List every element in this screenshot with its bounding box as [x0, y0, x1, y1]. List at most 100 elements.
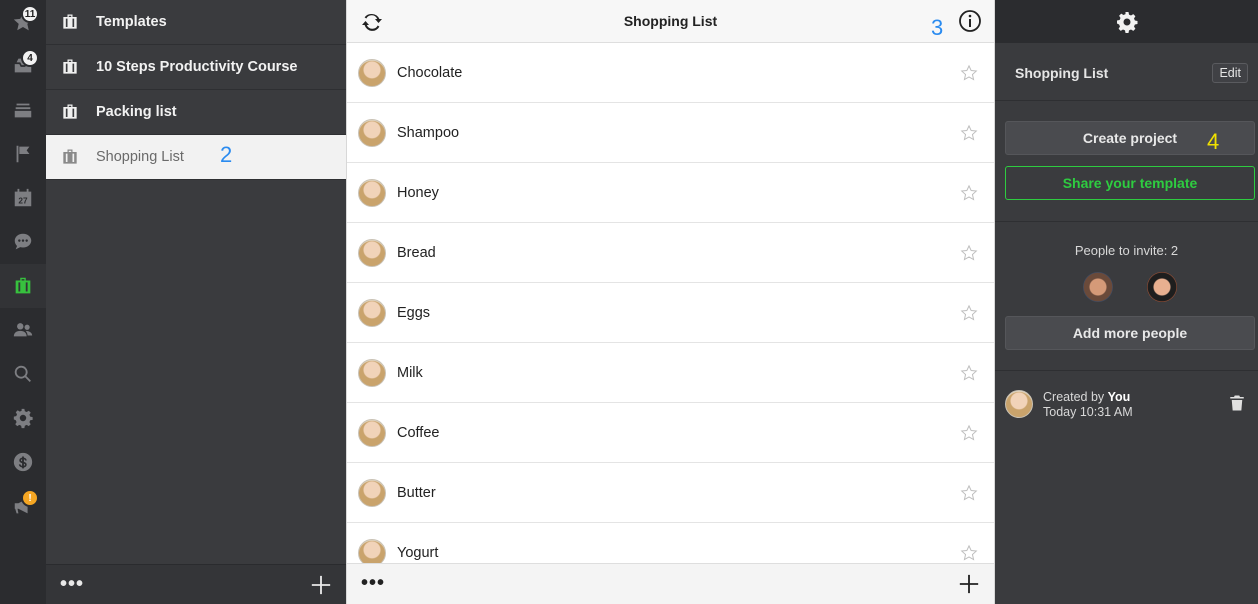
favorites-button[interactable]: 11: [0, 0, 46, 44]
task-list-panel: Shopping List Chocolate Shampoo Honey Br…: [346, 0, 995, 604]
task-list: Chocolate Shampoo Honey Bread Eggs Milk: [347, 43, 994, 563]
billing-button[interactable]: [0, 440, 46, 484]
task-row[interactable]: Coffee: [347, 403, 994, 463]
gear-icon[interactable]: [1115, 10, 1139, 34]
inbox-badge: 4: [21, 49, 39, 67]
task-row[interactable]: Shampoo: [347, 103, 994, 163]
template-list-footer: •••: [46, 564, 346, 604]
calendar-day: 27: [18, 197, 28, 206]
created-by-name: You: [1107, 390, 1131, 404]
avatar: [1005, 390, 1033, 418]
template-list-panel: Templates 10 Steps Productivity Course P…: [46, 0, 346, 604]
task-row[interactable]: Eggs: [347, 283, 994, 343]
avatar: [358, 238, 386, 267]
task-label: Coffee: [397, 424, 440, 441]
annotation-4: 4: [1207, 129, 1220, 154]
divider: [995, 370, 1258, 371]
project-item-shopping-list[interactable]: Shopping List: [46, 135, 346, 180]
flag-icon: [16, 145, 30, 163]
avatar: [358, 478, 386, 507]
templates-button[interactable]: [0, 264, 46, 308]
creator-info: Created by You Today 10:31 AM: [1005, 390, 1248, 430]
task-row[interactable]: Milk: [347, 343, 994, 403]
task-label: Yogurt: [397, 544, 439, 561]
share-template-button[interactable]: Share your template: [1005, 166, 1255, 200]
calendar-button[interactable]: 27: [0, 176, 46, 220]
add-task-icon[interactable]: [958, 573, 980, 595]
star-icon[interactable]: [960, 544, 978, 562]
task-row[interactable]: Chocolate: [347, 43, 994, 103]
task-label: Bread: [397, 244, 436, 261]
calendar-icon: 27: [14, 188, 32, 207]
task-label: Eggs: [397, 304, 431, 321]
avatar: [358, 358, 386, 387]
dollar-circle-icon: [13, 452, 33, 472]
more-options-button[interactable]: •••: [361, 573, 385, 593]
task-label: Milk: [397, 364, 423, 381]
task-row[interactable]: Bread: [347, 223, 994, 283]
inbox-button[interactable]: 4: [0, 44, 46, 88]
gear-icon: [13, 408, 33, 429]
info-icon[interactable]: [958, 9, 982, 33]
settings-button[interactable]: [0, 396, 46, 440]
task-label: Butter: [397, 484, 436, 501]
task-row[interactable]: Honey: [347, 163, 994, 223]
created-by-line: Created by You: [1043, 390, 1130, 404]
page-title: Shopping List: [623, 13, 718, 29]
project-label: 10 Steps Productivity Course: [96, 59, 298, 75]
annotation-2: 2: [220, 142, 233, 167]
chat-bubble-icon: [14, 233, 32, 250]
tray-icon: [14, 103, 32, 118]
task-row[interactable]: Yogurt: [347, 523, 994, 563]
icon-rail: 11 4 27 !: [0, 0, 46, 604]
chat-button[interactable]: [0, 220, 46, 264]
template-name: Shopping List: [1015, 65, 1109, 81]
detail-title-row: Shopping List Edit: [995, 43, 1258, 101]
avatar: [358, 178, 386, 207]
avatar[interactable]: [1083, 272, 1113, 302]
star-icon[interactable]: [960, 244, 978, 262]
task-list-header: Shopping List: [347, 0, 994, 43]
project-item-templates[interactable]: Templates: [46, 0, 346, 45]
task-label: Honey: [397, 184, 439, 201]
task-list-footer: •••: [347, 563, 994, 604]
star-icon[interactable]: [960, 184, 978, 202]
avatar[interactable]: [1147, 272, 1177, 302]
star-icon[interactable]: [960, 364, 978, 382]
more-options-button[interactable]: •••: [60, 574, 84, 594]
search-button[interactable]: [0, 352, 46, 396]
edit-button[interactable]: Edit: [1212, 63, 1248, 83]
search-icon: [14, 365, 31, 382]
people-icon: [13, 323, 33, 337]
avatar: [358, 298, 386, 327]
avatar: [358, 58, 386, 87]
people-button[interactable]: [0, 308, 46, 352]
add-more-people-button[interactable]: Add more people: [1005, 316, 1255, 350]
task-row[interactable]: Butter: [347, 463, 994, 523]
avatar: [358, 418, 386, 447]
favorites-badge: 11: [21, 5, 39, 23]
add-template-icon[interactable]: [310, 574, 332, 596]
briefcase-icon: [60, 57, 80, 77]
today-button[interactable]: [0, 88, 46, 132]
project-item-productivity-course[interactable]: 10 Steps Productivity Course: [46, 45, 346, 90]
star-icon[interactable]: [960, 124, 978, 142]
briefcase-icon: [60, 102, 80, 122]
annotation-3: 3: [931, 15, 944, 40]
task-label: Chocolate: [397, 64, 463, 81]
star-icon[interactable]: [960, 424, 978, 442]
support-button[interactable]: !: [0, 484, 46, 528]
task-label: Shampoo: [397, 124, 460, 141]
project-label: Templates: [96, 14, 167, 30]
briefcase-icon: [60, 147, 80, 167]
trash-icon[interactable]: [1228, 394, 1246, 412]
people-to-invite-label: People to invite: 2: [1074, 243, 1179, 258]
project-label: Packing list: [96, 104, 177, 120]
star-icon[interactable]: [960, 64, 978, 82]
project-label: Shopping List: [96, 149, 184, 165]
flag-button[interactable]: [0, 132, 46, 176]
support-badge: !: [21, 489, 39, 507]
star-icon[interactable]: [960, 304, 978, 322]
star-icon[interactable]: [960, 484, 978, 502]
project-item-packing-list[interactable]: Packing list: [46, 90, 346, 135]
